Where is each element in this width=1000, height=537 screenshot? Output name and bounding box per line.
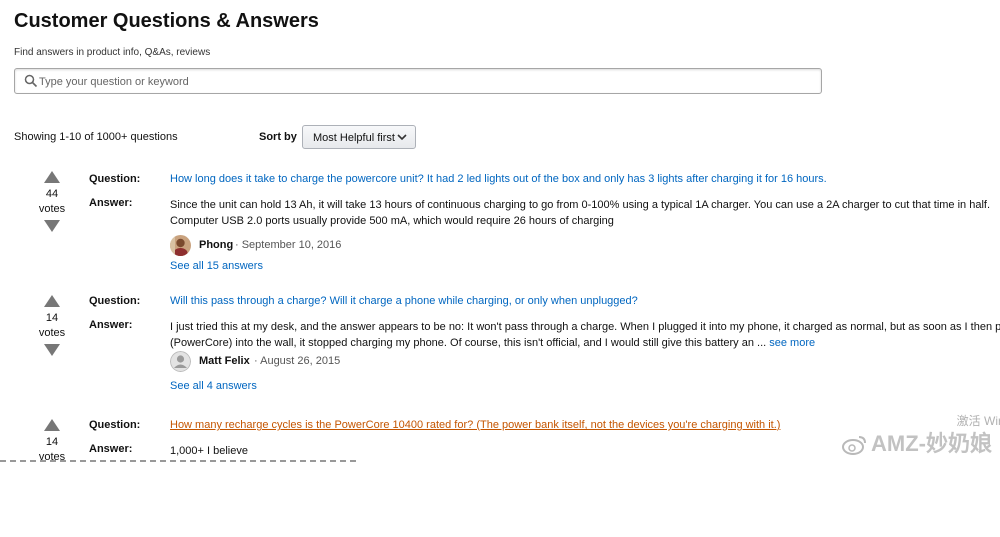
downvote-icon[interactable] [44,220,60,232]
vote-count: 14 [45,436,59,448]
answer-text: I just tried this at my desk, and the an… [170,319,1000,351]
vote-count: 14 [45,312,59,324]
search-box[interactable] [14,68,822,94]
answer-text: Since the unit can hold 13 Ah, it will t… [170,199,991,227]
question-link[interactable]: Will this pass through a charge? Will it… [170,295,638,307]
chevron-down-icon [397,134,407,141]
divider [0,460,360,462]
answer-date: · August 26, 2015 [254,355,341,367]
question-label: Question: [89,295,141,307]
vote-count: 44 [45,188,59,200]
vote-label: votes [38,327,66,339]
weibo-icon [842,436,867,456]
weibo-watermark: AMZ-妙奶娘 [841,426,992,458]
page-title: Customer Questions & Answers [14,10,319,32]
upvote-icon[interactable] [44,419,60,431]
question-label: Question: [89,419,141,431]
upvote-icon[interactable] [44,295,60,307]
sort-label: Sort by [259,131,297,143]
answer-label: Answer: [89,319,133,331]
sort-dropdown[interactable]: Most Helpful first [302,125,416,149]
vote-label: votes [38,203,66,215]
results-count: Showing 1-10 of 1000+ questions [14,131,178,143]
see-more-link[interactable]: see more [769,337,815,349]
answer-label: Answer: [89,443,133,455]
question-link[interactable]: How long does it take to charge the powe… [170,173,827,185]
see-all-answers-link[interactable]: See all 15 answers [170,260,263,272]
qa-item: 44 votes Question: How long does it take… [0,171,1000,289]
avatar [170,351,191,372]
question-link[interactable]: How many recharge cycles is the PowerCor… [170,419,780,431]
answer-body: I just tried this at my desk, and the an… [170,321,1000,349]
answer-date: · September 10, 2016 [235,239,342,251]
author-name[interactable]: Phong [199,239,233,251]
sort-dropdown-value: Most Helpful first [313,132,395,144]
search-input[interactable] [37,72,801,92]
avatar [170,235,191,256]
question-label: Question: [89,173,141,185]
author-name[interactable]: Matt Felix [199,355,250,367]
downvote-icon[interactable] [44,344,60,356]
see-all-answers-link[interactable]: See all 4 answers [170,380,257,392]
search-icon [24,74,38,88]
page-subtitle: Find answers in product info, Q&As, revi… [14,47,211,58]
watermark-text: AMZ-妙奶娘 [871,431,992,456]
answer-label: Answer: [89,197,133,209]
upvote-icon[interactable] [44,171,60,183]
qa-item: 14 votes Question: Will this pass throug… [0,295,1000,413]
